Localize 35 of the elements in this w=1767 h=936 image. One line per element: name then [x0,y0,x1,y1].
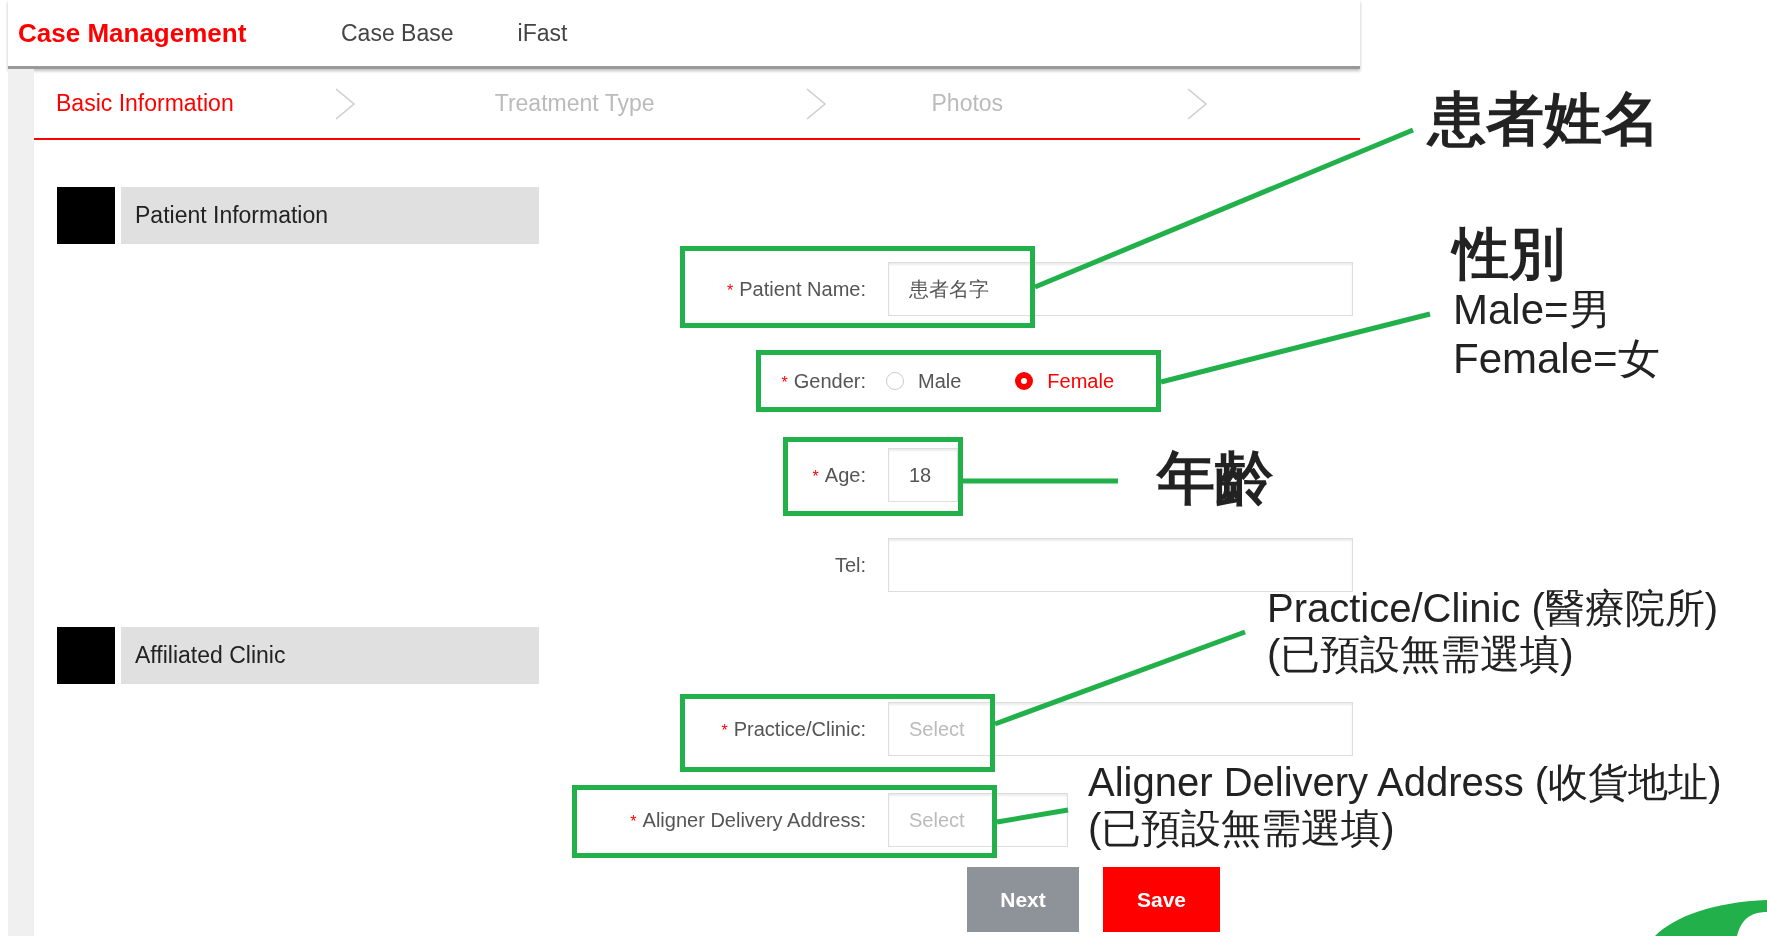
annotation-text: (已預設無需選填) [1088,805,1396,851]
chevron-icon [804,86,827,121]
radio-option[interactable]: Female [1015,369,1115,393]
chevron-icon [1186,86,1209,121]
annotation-text: (已預設無需選填) [1267,631,1575,677]
annotation-text: Male=男 [1453,286,1612,335]
field-label: * Age: [811,463,866,487]
text-field[interactable]: 18 [888,448,958,502]
brand-title: Case Management [18,17,248,49]
text-field[interactable]: 患者名字 [888,262,1353,316]
field-label: * Gender: [780,369,866,393]
step-tab[interactable]: Basic Information [56,90,234,117]
select-field[interactable]: Select [888,702,1353,756]
field-label: Tel: [833,553,866,577]
section-title: Affiliated Clinic [121,627,539,684]
next-button[interactable]: Next [967,867,1079,932]
field-label: * Aligner Delivery Address: [629,808,866,832]
field-label: * Practice/Clinic: [720,717,866,741]
nav-link[interactable]: iFast [517,19,568,47]
section-marker [57,627,115,684]
section-marker [57,187,115,244]
radio-option[interactable]: Male [886,369,962,393]
annotation-title: 年齡 [1157,445,1274,512]
chevron-icon [333,86,356,121]
annotation-text: Female=女 [1453,334,1660,383]
save-button[interactable]: Save [1103,867,1220,932]
annotation-title: 患者姓名 [1428,86,1660,153]
select-field[interactable]: Select [888,793,1068,847]
field-label: * Patient Name: [726,277,866,301]
text-field[interactable] [888,538,1353,592]
nav-link[interactable]: Case Base [341,19,454,47]
swoosh-icon [1655,898,1767,936]
annotation-text: Practice/Clinic (醫療院所) [1267,585,1719,631]
annotation-text: Aligner Delivery Address (收貨地址) [1088,759,1723,805]
section-title: Patient Information [121,187,539,244]
